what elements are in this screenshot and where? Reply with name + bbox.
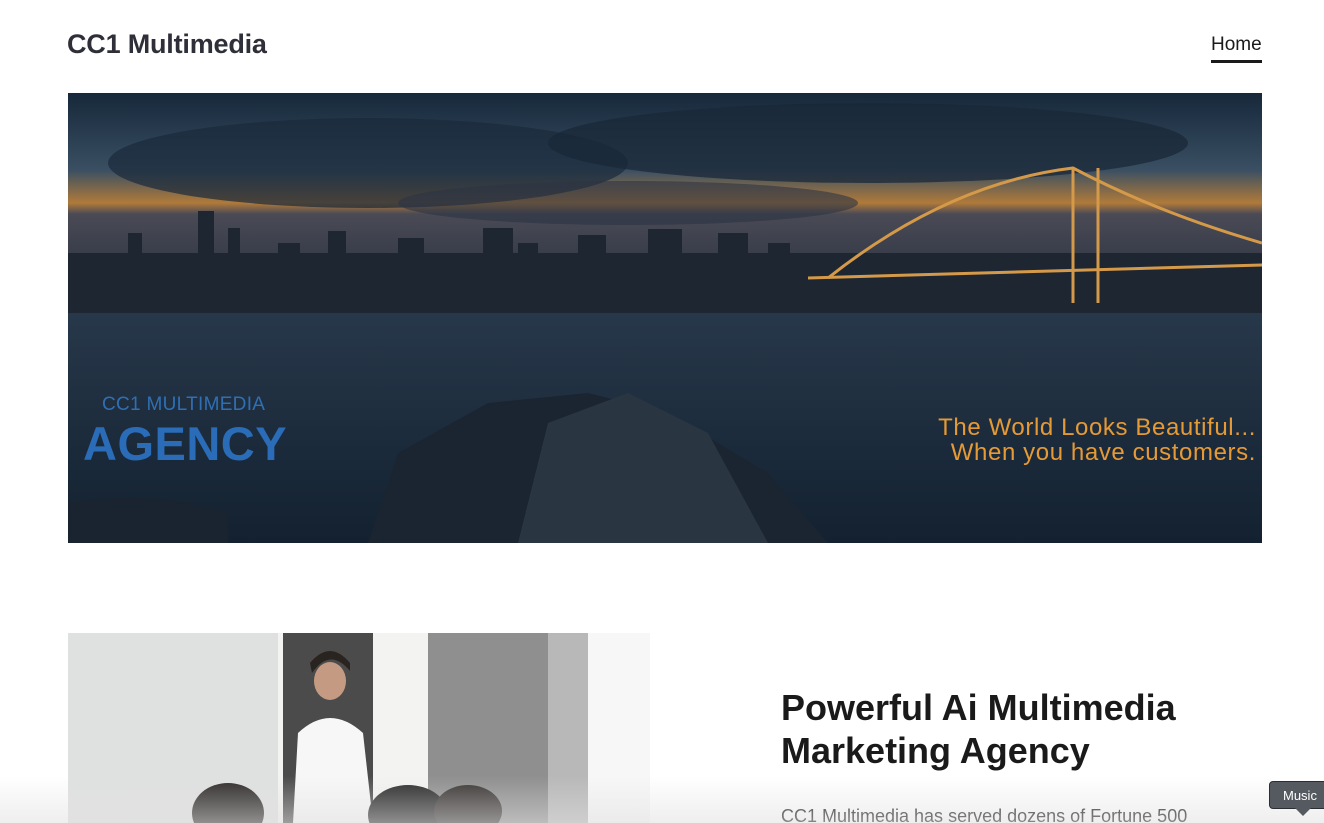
office-photo-image <box>68 633 650 823</box>
feature-body-text: CC1 Multimedia has served dozens of Fort… <box>781 806 1188 823</box>
hero-kicker: CC1 MULTIMEDIA <box>102 394 266 415</box>
feature-heading: Powerful Ai Multimedia Marketing Agency <box>781 687 1176 771</box>
music-tooltip: Music <box>1269 781 1324 816</box>
feature-photo <box>68 633 650 823</box>
hero-title: AGENCY <box>83 417 288 470</box>
site-title[interactable]: CC1 Multimedia <box>67 29 267 60</box>
hero-banner: CC1 MULTIMEDIA AGENCY The World Looks Be… <box>68 93 1262 543</box>
music-tooltip-label: Music <box>1283 788 1317 803</box>
site-header: CC1 Multimedia Home <box>0 0 1324 92</box>
hero-background-image <box>68 93 1262 543</box>
tooltip-arrow-icon <box>1295 808 1311 816</box>
nav-link-home[interactable]: Home <box>1211 34 1262 63</box>
hero-tagline-line-1: The World Looks Beautiful... <box>938 414 1256 441</box>
hero-tagline-line-2: When you have customers. <box>950 439 1256 466</box>
hero-tagline: The World Looks Beautiful... When you ha… <box>938 415 1256 465</box>
